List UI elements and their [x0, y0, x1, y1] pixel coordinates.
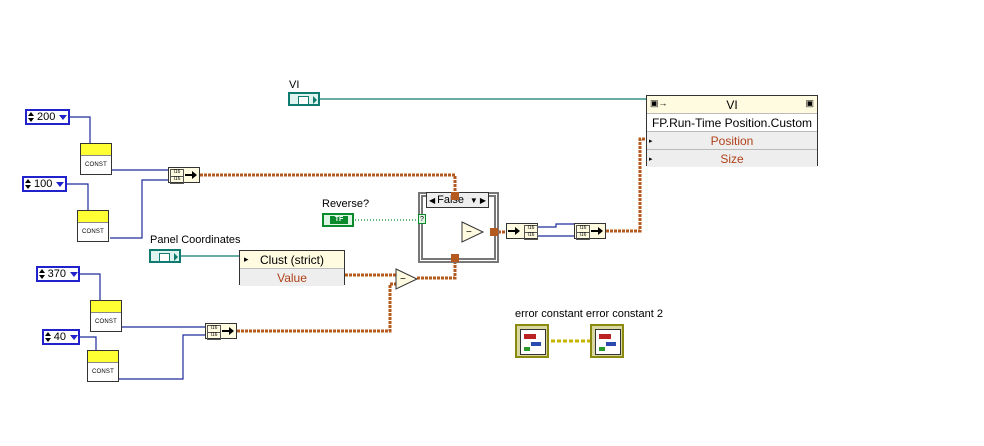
const-subvi-1[interactable]: CONST — [80, 143, 112, 175]
unbundle-title: Clust (strict) — [260, 252, 324, 267]
wire-to-position — [606, 137, 648, 233]
panel-coordinates-label: Panel Coordinates — [150, 234, 241, 246]
vi-reference-constant[interactable] — [288, 92, 320, 106]
error-cluster-icon — [595, 329, 621, 355]
dropdown-arrow-icon — [59, 114, 68, 120]
dropdown-arrow-icon — [56, 181, 65, 187]
property-node-title: VI — [726, 97, 738, 112]
dropdown-arrow-icon — [70, 334, 78, 340]
wire-40 — [80, 336, 97, 350]
reverse-boolean-control[interactable]: TF — [322, 213, 354, 227]
bundle-output-icon — [222, 327, 234, 335]
property-node-class-path: FP.Run-Time Position.Custom — [647, 113, 817, 131]
numeric-value: 200 — [37, 111, 56, 123]
error-constant-2[interactable] — [590, 324, 624, 358]
bundle-input-bottom: I16 — [207, 332, 221, 340]
numeric-value: 40 — [53, 331, 66, 343]
wire-unb-b3-top — [538, 223, 574, 228]
wire-subvi2 — [110, 179, 168, 239]
error-cluster-icon — [520, 329, 546, 355]
case-prev-icon[interactable]: ◀ — [429, 196, 435, 205]
bundle-node-3[interactable]: I16 I16 — [574, 223, 606, 240]
bundle-node-2[interactable]: I16 I16 — [205, 323, 237, 340]
tunnel-bottom — [451, 254, 459, 262]
bundle-input-bottom: I16 — [170, 176, 184, 184]
wire-370 — [80, 273, 101, 300]
input-terminal-icon: ▸ — [649, 137, 653, 145]
error-constants-label: error constant error constant 2 — [515, 308, 663, 320]
input-terminal-icon: ▸ — [649, 155, 653, 163]
unbundle-by-name-node[interactable]: ▸ Clust (strict) Value — [239, 250, 345, 286]
bundle-node-1[interactable]: I16 I16 — [168, 167, 200, 184]
increment-icon — [39, 268, 46, 280]
unbundle-header: ▸ Clust (strict) — [240, 251, 344, 268]
minus-icon: − — [400, 274, 406, 285]
tunnel-top — [451, 192, 459, 200]
property-size-label: Size — [720, 151, 744, 166]
wire-bundle-case — [200, 173, 457, 193]
subvi-label: CONST — [95, 319, 117, 325]
increment-icon — [25, 178, 32, 190]
unbundle-node[interactable]: I16 I16 — [506, 223, 538, 240]
unbundle-field-value[interactable]: Value — [240, 268, 344, 286]
arrow-right-icon — [174, 253, 178, 261]
property-size[interactable]: ▸ Size — [647, 149, 817, 167]
unbundle-input-icon — [508, 227, 520, 235]
property-node[interactable]: ▣→ VI ▣ FP.Run-Time Position.Custom ▸ Po… — [646, 95, 818, 167]
error-constant-1[interactable] — [515, 324, 549, 358]
tunnel-output — [490, 228, 498, 236]
property-position-label: Position — [710, 133, 754, 148]
numeric-constant-100[interactable]: 100 — [22, 176, 67, 192]
dropdown-arrow-icon — [70, 271, 78, 277]
bundle-input-bottom: I16 — [576, 232, 590, 240]
property-node-icon: ▣→ — [650, 98, 668, 108]
increment-icon — [28, 111, 35, 123]
property-position[interactable]: ▸ Position — [647, 131, 817, 149]
increment-icon — [45, 331, 52, 343]
cluster-icon: ▸ — [244, 254, 249, 264]
subvi-label: CONST — [82, 229, 104, 235]
numeric-value: 100 — [34, 178, 53, 190]
numeric-value: 370 — [47, 268, 66, 280]
subvi-label: CONST — [85, 162, 107, 168]
const-subvi-4[interactable]: CONST — [87, 350, 119, 382]
case-dropdown-icon[interactable]: ▼ — [470, 196, 478, 205]
bundle-output-icon — [591, 227, 603, 235]
numeric-constant-200[interactable]: 200 — [25, 109, 70, 125]
reverse-label: Reverse? — [322, 198, 370, 210]
const-subvi-3[interactable]: CONST — [90, 300, 122, 332]
subtract-node-inner[interactable]: − — [461, 221, 485, 243]
numeric-constant-370[interactable]: 370 — [36, 266, 80, 282]
vi-label: VI — [289, 79, 300, 91]
arrow-right-icon — [313, 96, 317, 104]
subtract-node-outer[interactable]: − — [395, 268, 419, 290]
minus-icon: − — [466, 227, 472, 238]
numeric-constant-40[interactable]: 40 — [42, 329, 80, 345]
property-node-corner-icon: ▣ — [805, 98, 814, 108]
case-selector-terminal: ? — [418, 214, 426, 224]
bundle-output-icon — [185, 171, 197, 179]
wire-subvi4 — [119, 334, 205, 380]
wire-bundle2 — [237, 282, 397, 333]
unbundle-field-label: Value — [277, 270, 307, 285]
document-icon — [159, 253, 170, 262]
tf-icon: TF — [330, 216, 348, 224]
subvi-label: CONST — [92, 369, 114, 375]
unbundle-output-bottom: I16 — [524, 232, 538, 240]
case-next-icon[interactable]: ▶ — [480, 196, 486, 205]
panel-coordinates-reference[interactable] — [149, 249, 181, 263]
property-node-header: ▣→ VI ▣ — [647, 96, 817, 113]
document-icon — [298, 96, 309, 105]
const-subvi-2[interactable]: CONST — [77, 210, 109, 242]
